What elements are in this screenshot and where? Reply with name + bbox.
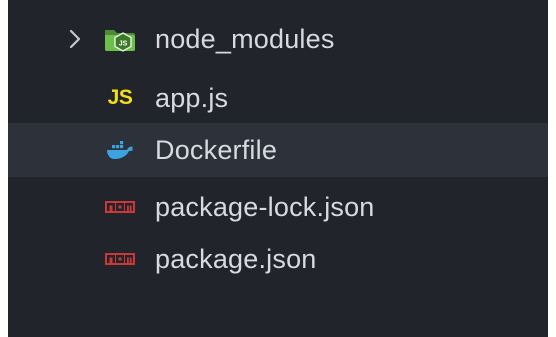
explorer-item-node-modules[interactable]: JS node_modules bbox=[8, 12, 548, 66]
explorer-item-package-json[interactable]: package.json bbox=[8, 232, 548, 286]
explorer-item-app-js[interactable]: JS app.js bbox=[8, 71, 548, 125]
explorer-item-package-lock-json[interactable]: package-lock.json bbox=[8, 180, 548, 234]
svg-text:JS: JS bbox=[119, 41, 128, 48]
chevron-right-icon[interactable] bbox=[66, 26, 84, 52]
explorer-item-dockerfile[interactable]: Dockerfile bbox=[8, 123, 548, 177]
node-folder-icon: JS bbox=[102, 24, 138, 54]
explorer-item-label: Dockerfile bbox=[155, 134, 278, 165]
npm-icon bbox=[102, 244, 138, 274]
docker-icon bbox=[102, 135, 138, 165]
npm-icon bbox=[102, 192, 138, 222]
explorer-item-label: app.js bbox=[155, 82, 229, 113]
explorer-item-label: package.json bbox=[155, 243, 317, 274]
screenshot-frame: JS node_modules JS app.js Dockerfile pac… bbox=[0, 0, 556, 337]
file-explorer: JS node_modules JS app.js Dockerfile pac… bbox=[8, 0, 548, 337]
javascript-icon: JS bbox=[107, 86, 133, 109]
explorer-item-label: node_modules bbox=[155, 23, 335, 54]
explorer-item-label: package-lock.json bbox=[155, 191, 375, 222]
